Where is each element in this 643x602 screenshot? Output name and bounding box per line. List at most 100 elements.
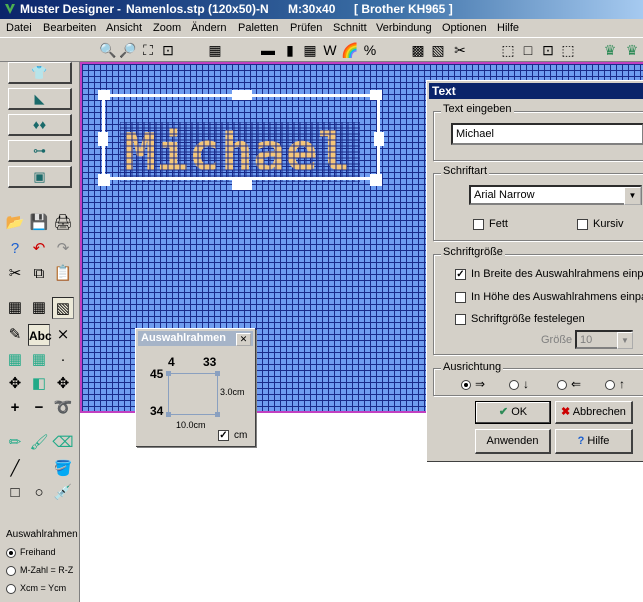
lasso-icon[interactable]: ➰ (52, 397, 74, 419)
redo-icon[interactable]: ↷ (52, 238, 74, 260)
menu-ansicht[interactable]: Ansicht (106, 19, 142, 37)
paste-icon[interactable]: 📋 (52, 263, 74, 285)
menu-verbindung[interactable]: Verbindung (376, 19, 432, 37)
radio-dot[interactable] (6, 547, 16, 558)
machine-icon[interactable]: ▦ (205, 41, 225, 59)
minus-icon[interactable]: − (28, 397, 50, 419)
cm-checkbox[interactable]: ✓ (218, 430, 229, 441)
resize-handle-bottom[interactable] (232, 180, 252, 190)
open-folder-icon[interactable]: 📂 (4, 212, 26, 234)
radio-freihand[interactable]: Freihand (6, 547, 56, 558)
radio-m-zahl[interactable]: M-Zahl = R-Z (6, 565, 73, 576)
select-resize-icon[interactable]: ⬚ (558, 41, 578, 59)
dot-icon[interactable]: · (52, 349, 74, 371)
close-icon[interactable]: ✕ (236, 333, 251, 346)
mirror-icon[interactable]: ◧ (28, 373, 50, 395)
radio-dot[interactable] (6, 583, 16, 594)
rainbow-icon[interactable]: 🌈 (340, 41, 360, 59)
sweater-front-button[interactable]: 👕 (8, 62, 72, 84)
menu-paletten[interactable]: Paletten (238, 19, 278, 37)
menu-bearbeiten[interactable]: Bearbeiten (43, 19, 96, 37)
menu-optionen[interactable]: Optionen (442, 19, 487, 37)
garment-2-icon[interactable]: ♛ (622, 41, 642, 59)
text-tool-icon[interactable]: Abc (28, 324, 52, 346)
help-button[interactable]: ? Hilfe (555, 429, 633, 454)
zoom-out-icon[interactable]: 🔎 (118, 41, 138, 59)
pencil-icon[interactable]: ✏ (4, 432, 26, 454)
select-dashed-icon[interactable]: ⬚ (498, 41, 518, 59)
cut-icon[interactable]: ✂ (4, 263, 26, 285)
zoom-fit-icon[interactable]: ⛶ (138, 41, 158, 59)
ruler-icon[interactable]: ▬ (258, 41, 278, 59)
colors-icon[interactable]: ▩ (408, 41, 428, 59)
line-icon[interactable]: ╱ (4, 458, 26, 480)
plus-icon[interactable]: + (4, 397, 26, 419)
fixed-size-checkbox[interactable] (455, 314, 466, 325)
help-icon[interactable]: ? (4, 238, 26, 260)
align-up-radio[interactable]: ↑ (605, 377, 625, 391)
cancel-button[interactable]: ✖ Abbrechen (555, 401, 633, 424)
grid-view-2-icon[interactable]: ▦ (28, 297, 50, 319)
radio-dot[interactable] (509, 379, 519, 390)
move-icon[interactable]: ✥ (4, 373, 26, 395)
undo-icon[interactable]: ↶ (28, 238, 50, 260)
garment-icon[interactable]: ♛ (600, 41, 620, 59)
zoom-in-icon[interactable]: 🔍 (98, 41, 118, 59)
grid-view-icon[interactable]: ▦ (4, 297, 26, 319)
resize-handle-tr[interactable] (370, 90, 382, 100)
select-rect-icon[interactable]: □ (518, 41, 538, 59)
eyedropper-icon[interactable]: 💉 (52, 482, 74, 504)
align-right-radio[interactable]: ⇒ (461, 377, 485, 391)
resize-handle-tl[interactable] (98, 90, 110, 100)
print-icon[interactable]: 🖨 (52, 212, 74, 234)
eraser-icon[interactable]: ⌫ (52, 432, 74, 454)
pencil-text-icon[interactable]: ✎ (4, 324, 26, 346)
size-chevron-icon[interactable]: ▼ (617, 332, 633, 349)
vertical-ruler-icon[interactable]: ▮ (280, 41, 300, 59)
align-down-radio[interactable]: ↓ (509, 377, 529, 391)
circle-icon[interactable]: ○ (28, 482, 50, 504)
cut-pattern-icon[interactable]: ✂ (450, 41, 470, 59)
apply-button[interactable]: Anwenden (475, 429, 551, 454)
knitting-machine-button[interactable]: ▣ (8, 166, 72, 188)
resize-handle-br[interactable] (370, 174, 382, 186)
fit-width-checkbox[interactable]: ✓ (455, 269, 466, 280)
fill-grid-2-icon[interactable]: ▦ (28, 349, 50, 371)
rectangle-icon[interactable]: □ (4, 482, 26, 504)
chevron-down-icon[interactable]: ▼ (624, 187, 641, 205)
grid-icon[interactable]: ▦ (300, 41, 320, 59)
stitch-lines-button[interactable]: ⊶ (8, 140, 72, 162)
radio-dot[interactable] (461, 379, 471, 390)
text-input[interactable]: Michael (451, 123, 643, 145)
radio-dot[interactable] (605, 379, 615, 390)
menu-aendern[interactable]: Ändern (191, 19, 226, 37)
menu-pruefen[interactable]: Prüfen (290, 19, 322, 37)
zoom-selection-icon[interactable]: ⊡ (158, 41, 178, 59)
radio-dot[interactable] (6, 565, 16, 576)
sleeve-button[interactable]: ◣ (8, 88, 72, 110)
fit-height-checkbox[interactable] (455, 292, 466, 303)
select-center-icon[interactable]: ⊡ (538, 41, 558, 59)
font-select[interactable]: Arial Narrow (469, 185, 642, 205)
save-icon[interactable]: 💾 (28, 212, 50, 234)
menu-zoom[interactable]: Zoom (153, 19, 181, 37)
bold-checkbox[interactable] (473, 219, 484, 230)
cross-pattern-icon[interactable]: ⨯ (52, 324, 74, 346)
resize-handle-top[interactable] (232, 90, 252, 100)
brush-icon[interactable]: 🖌 (28, 432, 50, 454)
resize-handle-bl[interactable] (98, 174, 110, 186)
copy-icon[interactable]: ⧉ (28, 263, 50, 285)
menu-schnitt[interactable]: Schnitt (333, 19, 367, 37)
collar-button[interactable]: ♦♦ (8, 114, 72, 136)
radio-dot[interactable] (557, 379, 567, 390)
menu-hilfe[interactable]: Hilfe (497, 19, 519, 37)
numbers-icon[interactable]: % (360, 41, 380, 59)
move-selection-icon[interactable]: ✥ (52, 373, 74, 395)
radio-xcm-ycm[interactable]: Xcm = Ycm (6, 583, 66, 594)
menu-datei[interactable]: Datei (6, 19, 32, 37)
pattern-view-icon[interactable]: ▧ (52, 297, 74, 319)
ok-button[interactable]: ✔ OK (475, 401, 551, 424)
stitch-icon[interactable]: W (320, 41, 340, 59)
resize-handle-right[interactable] (374, 132, 384, 146)
italic-checkbox[interactable] (577, 219, 588, 230)
